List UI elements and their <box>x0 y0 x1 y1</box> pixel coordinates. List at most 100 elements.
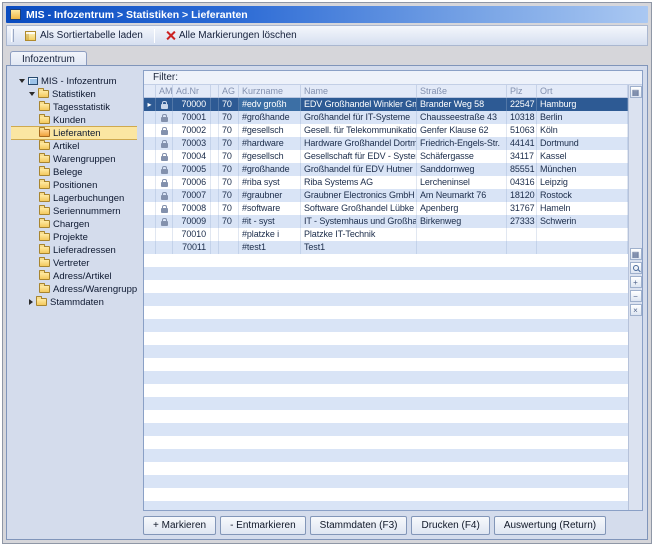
cell-kurzname: #it - syst <box>239 215 301 228</box>
cell-name: Software Großhandel Lübke AG <box>301 202 417 215</box>
table-row[interactable]: 7000270#gesellschGesell. für Telekommuni… <box>144 124 628 137</box>
table-row-empty <box>144 332 628 345</box>
cell-ag: 70 <box>219 163 239 176</box>
cell-spacer <box>211 124 219 137</box>
folder-icon <box>39 246 50 254</box>
tree-item-positionen[interactable]: Positionen <box>11 179 137 191</box>
tree-item-adress-artikel[interactable]: Adress/Artikel <box>11 270 137 282</box>
column-header-blank-3[interactable] <box>211 85 219 97</box>
cell-ag: 70 <box>219 176 239 189</box>
tree-item-kunden[interactable]: Kunden <box>11 114 137 126</box>
unmark-button[interactable]: - Entmarkieren <box>220 516 306 535</box>
table-row[interactable]: 7000870#softwareSoftware Großhandel Lübk… <box>144 202 628 215</box>
tab-strip: Infozentrum <box>6 46 648 65</box>
action-bar: + Markieren- EntmarkierenStammdaten (F3)… <box>143 516 643 535</box>
folder-icon <box>38 90 49 98</box>
table-row[interactable]: 70010#platzke iPlatzke IT-Technik <box>144 228 628 241</box>
cell-spacer <box>211 189 219 202</box>
tree-item-lieferadressen[interactable]: Lieferadressen <box>11 244 137 256</box>
title-bar[interactable]: MIS - Infozentrum > Statistiken > Liefer… <box>6 6 648 23</box>
mark-button[interactable]: + Markieren <box>143 516 216 535</box>
table-row-empty <box>144 436 628 449</box>
table-row[interactable]: 7000770#graubnerGraubner Electronics Gmb… <box>144 189 628 202</box>
tree-root-mis-infozentrum[interactable]: MIS - Infozentrum <box>11 75 137 87</box>
expand-toggle-icon[interactable] <box>29 92 35 96</box>
cell-ad_nr: 70000 <box>173 98 211 111</box>
tree-branch-statistiken[interactable]: Statistiken <box>11 88 137 100</box>
side-icon-cluster: ▦ + − <box>630 247 642 317</box>
tree-item-artikel[interactable]: Artikel <box>11 140 137 152</box>
tree-item-tagesstatistik[interactable]: Tagesstatistik <box>11 101 137 113</box>
table-row[interactable]: 7000370#hardwareHardware Großhandel Dort… <box>144 137 628 150</box>
zoom-out-button[interactable]: − <box>630 290 642 302</box>
cell-ort: Leipzig <box>537 176 628 189</box>
tree-item-belege[interactable]: Belege <box>11 166 137 178</box>
load-sort-table-button[interactable]: Als Sortiertabelle laden <box>18 27 150 44</box>
clear-marks-label: Alle Markierungen löschen <box>179 30 297 41</box>
filter-row[interactable]: Filter: <box>144 71 642 85</box>
cell-kurzname: #software <box>239 202 301 215</box>
folder-icon <box>39 155 50 163</box>
grid-side-toolbar: ▦ ▦ + <box>628 85 642 510</box>
tree-item-adress-warengruppen[interactable]: Adress/Warengruppen <box>11 283 137 295</box>
column-header-plz[interactable]: Plz <box>507 85 537 97</box>
tree-item-chargen[interactable]: Chargen <box>11 218 137 230</box>
print-button[interactable]: Drucken (F4) <box>411 516 489 535</box>
cell-am <box>156 215 173 228</box>
table-row-empty <box>144 397 628 410</box>
column-header-name[interactable]: Name <box>301 85 417 97</box>
column-header-kurzname[interactable]: Kurzname <box>239 85 301 97</box>
cell-strasse: Genfer Klause 62 <box>417 124 507 137</box>
cell-ort <box>537 228 628 241</box>
evaluate-button[interactable]: Auswertung (Return) <box>494 516 606 535</box>
table-row[interactable]: 7000670#riba systRiba Systems AGLercheni… <box>144 176 628 189</box>
cell-ad_nr: 70007 <box>173 189 211 202</box>
tree-item-vertreter[interactable]: Vertreter <box>11 257 137 269</box>
column-header-am[interactable]: AM <box>156 85 173 97</box>
table-row[interactable]: 70011#test1Test1 <box>144 241 628 254</box>
tree-item-projekte[interactable]: Projekte <box>11 231 137 243</box>
expand-toggle-icon[interactable] <box>19 79 25 83</box>
stammdaten-button[interactable]: Stammdaten (F3) <box>310 516 408 535</box>
clear-marks-button[interactable]: Alle Markierungen löschen <box>159 27 304 44</box>
row-indicator <box>144 228 156 241</box>
table-row[interactable]: ▸7000070#edv großhEDV Großhandel Winkler… <box>144 98 628 111</box>
table-row[interactable]: 7000970#it - systIT - Systemhaus und Gro… <box>144 215 628 228</box>
cell-kurzname: #großhande <box>239 111 301 124</box>
table-row-empty <box>144 319 628 332</box>
tree-item-seriennummern[interactable]: Seriennummern <box>11 205 137 217</box>
clear-filter-button[interactable]: × <box>630 304 642 316</box>
table-row-empty <box>144 423 628 436</box>
toolbar-grip-handle[interactable] <box>11 29 14 42</box>
cell-ort: Köln <box>537 124 628 137</box>
table-row[interactable]: 7000470#gesellschGesellschaft für EDV - … <box>144 150 628 163</box>
sort-table-icon <box>25 31 36 41</box>
tree-item-lieferanten[interactable]: Lieferanten <box>11 127 137 139</box>
zoom-in-button[interactable]: + <box>630 276 642 288</box>
table-row[interactable]: 7000170#großhandeGroßhandel für IT-Syste… <box>144 111 628 124</box>
cell-ag: 70 <box>219 202 239 215</box>
column-header-ort[interactable]: Ort <box>537 85 628 97</box>
tree-branch-stammdaten[interactable]: Stammdaten <box>11 296 137 308</box>
lock-icon <box>161 156 168 161</box>
column-header-ag[interactable]: AG <box>219 85 239 97</box>
tree-item-label: Lieferanten <box>53 128 101 139</box>
column-header-ad-nr[interactable]: Ad.Nr <box>173 85 211 97</box>
column-header-blank-0[interactable] <box>144 85 156 97</box>
table-row[interactable]: 7000570#großhandeGroßhandel für EDV Hutn… <box>144 163 628 176</box>
row-indicator <box>144 215 156 228</box>
tree-item-lagerbuchungen[interactable]: Lagerbuchungen <box>11 192 137 204</box>
cell-ag: 70 <box>219 189 239 202</box>
column-chooser-button[interactable]: ▦ <box>630 86 642 98</box>
folder-icon <box>39 207 50 215</box>
cell-ag: 70 <box>219 137 239 150</box>
lock-icon <box>161 195 168 200</box>
search-button[interactable] <box>630 262 642 274</box>
grid-view-button[interactable]: ▦ <box>630 248 642 260</box>
column-header-stra-e[interactable]: Straße <box>417 85 507 97</box>
folder-icon <box>36 298 47 306</box>
tree-item-warengruppen[interactable]: Warengruppen <box>11 153 137 165</box>
expand-toggle-icon[interactable] <box>29 299 33 305</box>
table-row-empty <box>144 345 628 358</box>
cell-am <box>156 137 173 150</box>
